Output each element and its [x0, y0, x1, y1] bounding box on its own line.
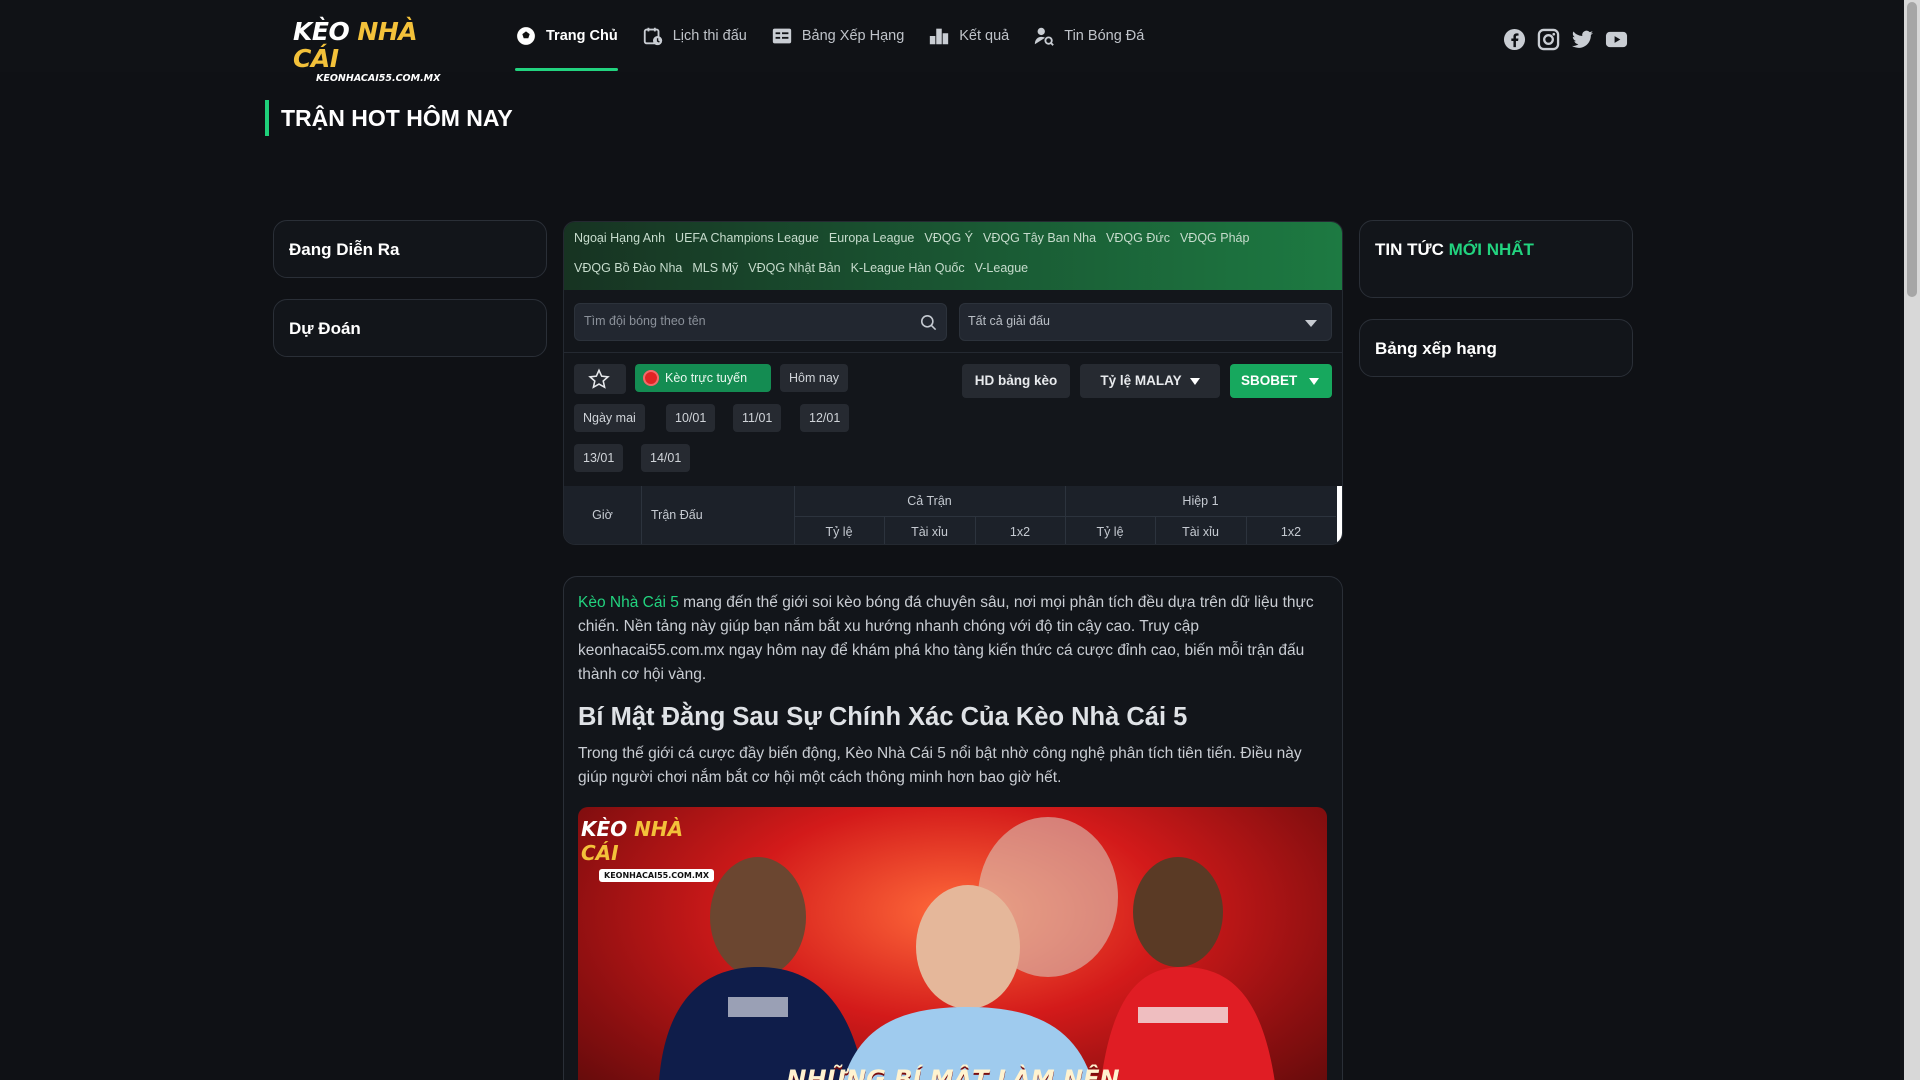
live-odds-label: Kèo trực tuyến	[665, 371, 748, 385]
live-dot-icon	[643, 370, 659, 386]
standings-card[interactable]: Bảng xếp hạng	[1359, 319, 1633, 377]
hot-matches-title: TRẬN HOT HÔM NAY	[265, 100, 513, 136]
grid-line	[975, 516, 976, 544]
live-matches-card[interactable]: Đang Diễn Ra	[273, 220, 547, 278]
odds-type-dropdown[interactable]: Tỷ lệ MALAY	[1080, 364, 1220, 398]
odds-table-header: Giờ Trận Đấu Cả Trận Hiệp 1 Tỷ lệ Tài xỉ…	[564, 486, 1342, 544]
team-search-input[interactable]: Tìm đội bóng theo tên	[574, 303, 947, 341]
date-tomorrow-button[interactable]: Ngày mai	[574, 404, 645, 432]
bar-chart-icon	[930, 28, 949, 45]
twitter-icon[interactable]	[1571, 28, 1594, 51]
nav-item-standings[interactable]: Bảng Xếp Hạng	[771, 0, 904, 72]
article-section: Kèo Nhà Cái 5 mang đến thế giới soi kèo …	[563, 576, 1343, 1080]
nav-item-results[interactable]: Kết quả	[928, 0, 1009, 72]
chevron-down-icon	[1305, 320, 1317, 327]
league-tab[interactable]: VĐQG Nhật Bản	[748, 260, 840, 290]
col-sub: Tài xỉu	[1182, 525, 1219, 539]
nav-item-news[interactable]: Tin Bóng Đá	[1033, 0, 1144, 72]
live-matches-title: Đang Diễn Ra	[289, 240, 400, 259]
nav-item-home[interactable]: Trang Chủ	[515, 0, 618, 72]
league-tab[interactable]: VĐQG Bồ Đào Nha	[574, 260, 682, 290]
league-tab[interactable]: VĐQG Ý	[924, 230, 973, 260]
col-time: Giờ	[592, 508, 613, 522]
col-sub: 1x2	[1009, 525, 1031, 539]
col-sub: Tỷ lệ	[1096, 525, 1124, 539]
date-button[interactable]: 12/01	[800, 404, 850, 432]
intro-link[interactable]: Kèo Nhà Cái 5	[578, 594, 679, 611]
grid-line	[884, 516, 885, 544]
nav-label-standings: Bảng Xếp Hạng	[801, 28, 905, 44]
nav-label-schedule: Lịch thi đấu	[672, 28, 747, 44]
bookmaker-dropdown[interactable]: SBOBET	[1230, 364, 1332, 398]
latest-news-card: TIN TỨC MỚI NHẤT	[1359, 220, 1633, 298]
main-nav: Trang Chủ Lịch thi đấu Bảng Xếp Hạng Kết…	[515, 0, 1168, 72]
grid-line	[1155, 516, 1156, 544]
league-tab[interactable]: K-League Hàn Quốc	[851, 260, 965, 290]
search-icon[interactable]	[919, 313, 938, 332]
site-header: KÈO NHÀ CÁI KEONHACAI55.COM.MX Trang Chủ…	[0, 0, 1904, 84]
date-button[interactable]: 11/01	[733, 404, 782, 432]
article-banner-image: KÈO NHÀ CÁI KEONHACAI55.COM.MX NHỮNG BÍ …	[578, 807, 1327, 1080]
league-select[interactable]: Tất cả giải đấu	[959, 303, 1332, 341]
league-tabs: Ngoại Hạng Anh UEFA Champions League Europ…	[564, 222, 1342, 290]
page-scrollbar[interactable]	[1904, 0, 1920, 1080]
latest-news-title: TIN TỨC MỚI NHẤT	[1375, 240, 1534, 259]
col-full-match: Cả Trận	[907, 494, 952, 508]
nav-label-home: Trang Chủ	[546, 28, 618, 44]
league-tab[interactable]: MLS Mỹ	[692, 260, 738, 290]
grid-line	[1246, 516, 1247, 544]
table-scroll-edge	[1337, 486, 1342, 544]
standings-title: Bảng xếp hạng	[1375, 339, 1497, 358]
banner-caption: NHỮNG BÍ MẬT LÀM NÊN	[786, 1065, 1120, 1080]
date-button[interactable]: 14/01	[641, 444, 691, 472]
grid-line	[641, 486, 642, 544]
league-tab[interactable]: VĐQG Pháp	[1180, 230, 1249, 260]
date-today-button[interactable]: Hôm nay	[780, 364, 849, 392]
article-paragraph: Trong thế giới cá cược đầy biến động, Kè…	[578, 745, 1302, 786]
predictions-card[interactable]: Dự Đoán	[273, 299, 547, 357]
youtube-icon[interactable]	[1605, 28, 1628, 51]
instagram-icon[interactable]	[1537, 28, 1560, 51]
facebook-icon[interactable]	[1503, 28, 1526, 51]
intro-paragraph: Kèo Nhà Cái 5 mang đến thế giới soi kèo …	[578, 594, 1314, 683]
nav-item-schedule[interactable]: Lịch thi đấu	[642, 0, 747, 72]
scrollbar-thumb[interactable]	[1907, 2, 1917, 297]
banner-logo: KÈO NHÀ CÁI KEONHACAI55.COM.MX	[581, 817, 715, 882]
calendar-icon	[643, 27, 662, 46]
league-tab[interactable]: VĐQG Đức	[1106, 230, 1170, 260]
live-odds-button[interactable]: Kèo trực tuyến	[635, 364, 771, 392]
col-sub: Tài xỉu	[911, 525, 948, 539]
predictions-title: Dự Đoán	[289, 319, 361, 338]
caret-down-icon	[1189, 377, 1200, 385]
date-button[interactable]: 10/01	[666, 404, 716, 432]
user-search-icon	[1035, 27, 1055, 46]
col-sub: Tỷ lệ	[825, 525, 853, 539]
odds-guide-button[interactable]: HD bảng kèo	[962, 364, 1070, 398]
odds-panel: Ngoại Hạng Anh UEFA Champions League Europ…	[563, 221, 1343, 545]
star-icon	[588, 368, 610, 389]
date-button[interactable]: 13/01	[574, 444, 624, 472]
site-logo[interactable]: KÈO NHÀ CÁI KEONHACAI55.COM.MX	[293, 18, 441, 84]
col-match: Trận Đấu	[651, 508, 703, 522]
ranking-board-icon	[772, 28, 792, 44]
col-sub: 1x2	[1280, 525, 1302, 539]
divider	[564, 352, 1342, 353]
article-heading: Bí Mật Đằng Sau Sự Chính Xác Của Kèo Nhà…	[578, 703, 1188, 731]
favorites-button[interactable]	[574, 364, 626, 394]
league-tab[interactable]: VĐQG Tây Ban Nha	[983, 230, 1096, 260]
odds-filters: Tìm đội bóng theo tên Tất cả giải đấu	[574, 303, 1332, 343]
league-tab[interactable]: Ngoại Hạng Anh	[574, 230, 665, 260]
caret-down-icon	[1309, 377, 1320, 385]
league-tab[interactable]: UEFA Champions League	[675, 230, 819, 260]
search-placeholder: Tìm đội bóng theo tên	[584, 314, 706, 328]
nav-label-news: Tin Bóng Đá	[1064, 28, 1145, 44]
league-tab[interactable]: Europa League	[829, 230, 915, 260]
league-tab[interactable]: V-League	[975, 260, 1029, 290]
league-select-value: Tất cả giải đấu	[968, 314, 1050, 328]
social-links	[1503, 28, 1628, 51]
grid-line	[794, 516, 1336, 517]
soccer-ball-icon	[516, 26, 536, 46]
col-first-half: Hiệp 1	[1182, 494, 1219, 508]
nav-label-results: Kết quả	[959, 28, 1010, 44]
